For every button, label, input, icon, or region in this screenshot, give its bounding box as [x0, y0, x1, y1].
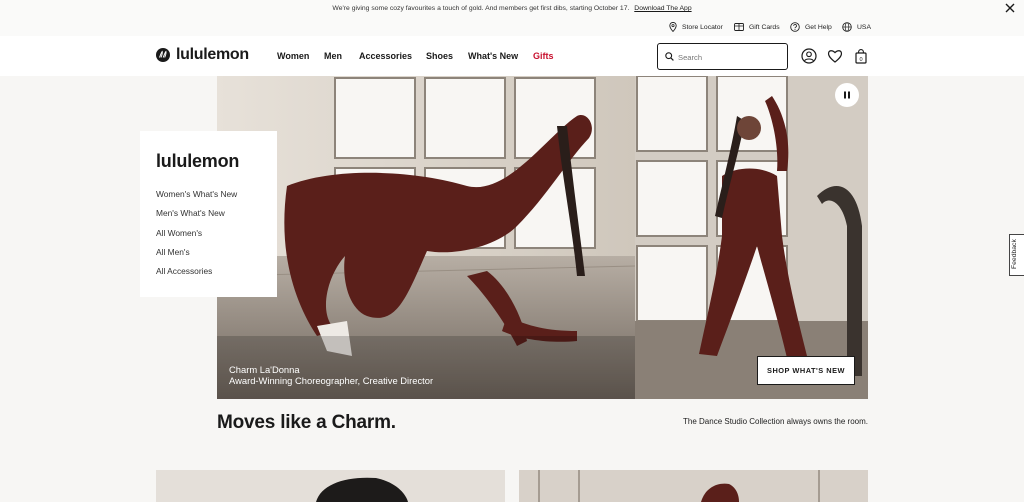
bag-icon[interactable]: 0 [853, 48, 869, 64]
get-help-label: Get Help [805, 23, 832, 31]
nav-gifts[interactable]: Gifts [533, 51, 554, 61]
pause-button[interactable] [835, 83, 859, 107]
caption-name: Charm La'Donna [229, 364, 300, 375]
close-icon[interactable] [1004, 2, 1016, 14]
search-icon [665, 52, 674, 61]
side-menu-card: lululemon Women's What's New Men's What'… [140, 131, 277, 297]
heart-icon[interactable] [827, 48, 843, 64]
pause-icon [844, 91, 850, 99]
get-help-link[interactable]: Get Help [790, 21, 832, 33]
globe-icon [842, 22, 852, 32]
region-selector[interactable]: USA [842, 21, 871, 33]
store-locator-link[interactable]: Store Locator [669, 21, 723, 33]
gift-cards-link[interactable]: Gift Cards [734, 21, 780, 33]
gift-cards-label: Gift Cards [749, 23, 780, 31]
side-link-mens-whats-new[interactable]: Men's What's New [156, 208, 225, 218]
nav-women[interactable]: Women [277, 51, 309, 61]
product-tile-image [519, 470, 868, 502]
brand-logo[interactable]: lululemon [156, 45, 249, 65]
main-header: lululemon Women Men Accessories Shoes Wh… [0, 36, 1024, 76]
hero-image [217, 76, 868, 399]
feedback-tab[interactable]: Feedback [1009, 234, 1024, 276]
side-link-all-accessories[interactable]: All Accessories [156, 266, 212, 276]
lululemon-logo-icon [156, 48, 170, 62]
hero-caption: Charm La'Donna Award-Winning Choreograph… [229, 364, 433, 386]
product-tile[interactable] [519, 470, 868, 502]
svg-text:0: 0 [859, 57, 862, 63]
search-box[interactable] [657, 43, 788, 70]
account-icon[interactable] [801, 48, 817, 64]
help-icon [790, 22, 800, 32]
nav-shoes[interactable]: Shoes [426, 51, 453, 61]
section-headline: Moves like a Charm. [217, 412, 396, 433]
side-menu-title: lululemon [156, 151, 240, 171]
gift-card-icon [734, 23, 744, 31]
feedback-label: Feedback [1011, 239, 1018, 269]
promo-banner: We're giving some cozy favourites a touc… [0, 0, 1024, 17]
section-tagline: The Dance Studio Collection always owns … [683, 417, 868, 426]
nav-accessories[interactable]: Accessories [359, 51, 412, 61]
nav-whats-new[interactable]: What's New [468, 51, 518, 61]
utility-bar: Store Locator Gift Cards Get Help USA [0, 17, 1024, 36]
download-app-link[interactable]: Download The App [634, 5, 691, 12]
search-input[interactable] [678, 49, 782, 65]
region-label: USA [857, 23, 871, 31]
side-link-all-womens[interactable]: All Women's [156, 228, 202, 238]
hero-banner[interactable]: Charm La'Donna Award-Winning Choreograph… [217, 76, 868, 399]
promo-text: We're giving some cozy favourites a touc… [332, 5, 630, 12]
brand-name: lululemon [176, 46, 249, 63]
nav-men[interactable]: Men [324, 51, 342, 61]
side-link-all-mens[interactable]: All Men's [156, 247, 190, 257]
shop-whats-new-button[interactable]: SHOP WHAT'S NEW [757, 356, 855, 385]
side-link-womens-whats-new[interactable]: Women's What's New [156, 189, 237, 199]
store-locator-label: Store Locator [682, 23, 723, 31]
location-pin-icon [669, 22, 677, 32]
product-tile-image [156, 470, 505, 502]
caption-role: Award-Winning Choreographer, Creative Di… [229, 375, 434, 386]
product-tile[interactable] [156, 470, 505, 502]
